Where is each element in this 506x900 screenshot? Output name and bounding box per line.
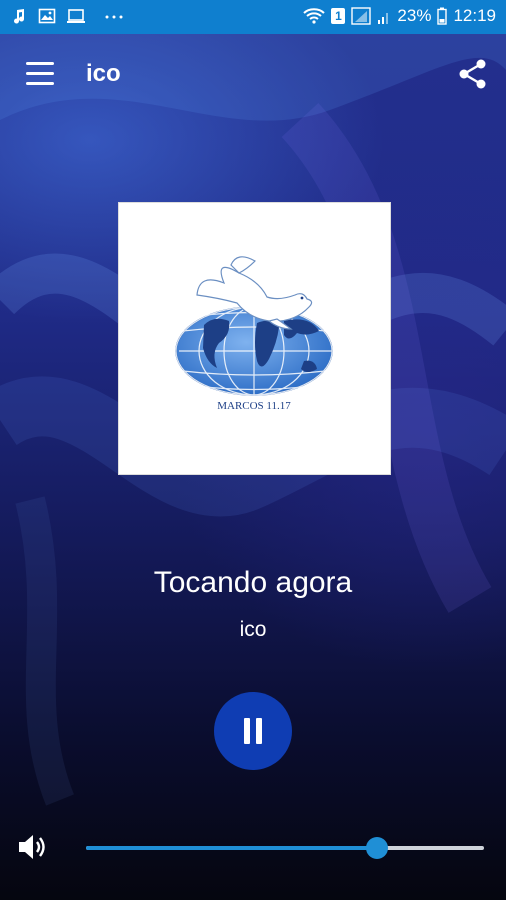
pause-icon [244,718,250,744]
speaker-icon[interactable] [16,832,48,862]
status-bar-notifications [10,7,124,25]
more-notifications-icon [105,15,123,19]
app-bar [0,34,506,114]
pause-button[interactable] [214,692,292,770]
app-title: ico [86,60,121,87]
clock: 12:19 [453,6,496,25]
station-artwork: MARCOS 11.17 [118,202,391,475]
battery-percentage: 23% [397,6,432,25]
status-bar: 1 23% 12:19 [0,0,506,34]
logo-caption: MARCOS 11.17 [217,400,291,412]
hamburger-menu-icon[interactable] [26,62,54,86]
status-bar-system: 1 23% 12:19 [303,6,496,26]
wifi-icon [303,8,326,24]
now-playing-label: Tocando agora [153,566,353,599]
share-icon[interactable] [457,58,489,90]
volume-slider-thumb[interactable] [365,837,388,859]
image-icon [38,8,56,24]
station-name: ico [239,618,267,641]
volume-slider[interactable] [86,837,484,859]
battery-icon [437,7,448,25]
pause-icon-bar [256,718,262,744]
music-note-icon [14,9,25,24]
dove-globe-logo: MARCOS 11.17 [175,256,333,412]
signal-bars-icon [378,13,389,24]
volume-slider-fill [86,846,377,850]
signal-icon [351,7,372,25]
sim-badge: 1 [331,8,346,24]
laptop-icon [67,9,85,23]
